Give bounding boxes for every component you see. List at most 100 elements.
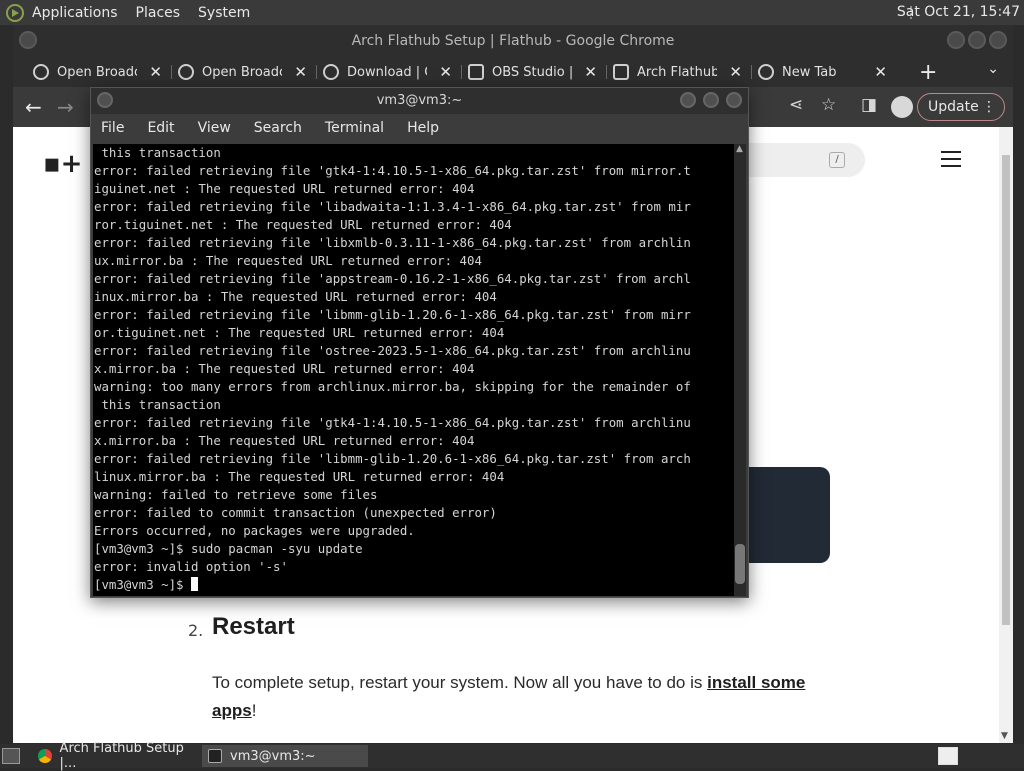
task-label: Arch Flathub Setup |... <box>59 741 184 771</box>
tab-label: OBS Studio | F <box>492 64 572 80</box>
tab-label: Download | O <box>347 64 427 80</box>
scroll-up-arrow-icon[interactable]: ▲ <box>736 144 743 154</box>
menu-file[interactable]: File <box>101 120 124 136</box>
window-menu-icon[interactable] <box>19 31 37 49</box>
top-panel: Applications Places System Sat Oct 21, 1… <box>0 0 1024 25</box>
maximize-icon[interactable] <box>703 92 719 108</box>
tab-close-icon[interactable]: ✕ <box>874 63 887 81</box>
panel-clock[interactable]: Sat Oct 21, 15:47 <box>897 4 1020 20</box>
flathub-logo-icon[interactable]: ▪+ <box>43 149 82 179</box>
step-text-end: ! <box>251 701 257 720</box>
terminal-line: error: failed to commit transaction (une… <box>94 505 497 520</box>
step-text-body: To complete setup, restart your system. … <box>212 673 708 692</box>
terminal-output[interactable]: this transaction error: failed retrieving… <box>93 144 735 596</box>
search-shortcut-key: / <box>829 152 845 168</box>
terminal-line: error: invalid option '-s' <box>94 559 288 574</box>
maximize-icon[interactable] <box>968 31 986 49</box>
terminal-line: error: failed retrieving file 'libmm-gli… <box>94 451 691 466</box>
page-scroll-thumb[interactable] <box>1002 155 1010 625</box>
obs-icon <box>323 64 339 80</box>
terminal-window: vm3@vm3:~ File Edit View Search Terminal… <box>90 87 749 598</box>
tab-open-broadcaster-1[interactable]: Open Broadca ✕ <box>27 57 172 87</box>
flathub-icon <box>613 64 629 80</box>
tab-new-tab[interactable]: New Tab ✕ <box>752 57 897 87</box>
tab-search-chevron-icon[interactable]: ⌄ <box>987 61 999 77</box>
task-terminal[interactable]: vm3@vm3:~ <box>202 745 368 767</box>
tab-close-icon[interactable]: ✕ <box>584 63 597 81</box>
distro-logo-icon[interactable] <box>6 3 24 22</box>
terminal-line: [vm3@vm3 ~]$ sudo pacman -syu update <box>94 541 363 556</box>
workspace-switcher[interactable] <box>938 747 958 765</box>
task-chrome[interactable]: Arch Flathub Setup |... <box>32 741 200 771</box>
terminal-line: x.mirror.ba : The requested URL returned… <box>94 433 475 448</box>
terminal-line: iguinet.net : The requested URL returned… <box>94 181 475 196</box>
menu-search[interactable]: Search <box>254 120 302 136</box>
tab-label: Open Broadca <box>57 64 137 80</box>
chrome-icon <box>758 64 774 80</box>
scroll-down-arrow-icon[interactable]: ▼ <box>1001 731 1008 741</box>
terminal-line: error: failed retrieving file 'gtk4-1:4.… <box>94 415 691 430</box>
show-desktop-icon[interactable] <box>2 748 20 764</box>
menu-system[interactable]: System <box>198 5 250 21</box>
terminal-line: ror.tiguinet.net : The requested URL ret… <box>94 217 512 232</box>
tab-close-icon[interactable]: ✕ <box>294 63 307 81</box>
update-button[interactable]: Update ⋮ <box>917 93 1005 121</box>
terminal-scroll-thumb[interactable] <box>735 544 745 584</box>
menu-terminal[interactable]: Terminal <box>325 120 384 136</box>
minimize-icon[interactable] <box>947 31 965 49</box>
menu-places[interactable]: Places <box>136 5 181 21</box>
minimize-icon[interactable] <box>680 92 696 108</box>
terminal-icon <box>208 749 222 763</box>
new-tab-plus-icon[interactable]: + <box>919 60 937 85</box>
terminal-line: warning: too many errors from archlinux.… <box>94 379 691 394</box>
tab-label: Open Broadca <box>202 64 282 80</box>
share-icon[interactable]: ⋖ <box>789 95 803 115</box>
chrome-titlebar[interactable]: Arch Flathub Setup | Flathub - Google Ch… <box>13 25 1013 57</box>
tab-obs-studio[interactable]: OBS Studio | F ✕ <box>462 57 607 87</box>
terminal-scrollbar[interactable]: ▲ <box>734 144 746 596</box>
hamburger-menu-icon[interactable] <box>941 151 961 167</box>
terminal-titlebar[interactable]: vm3@vm3:~ <box>91 88 748 114</box>
menu-applications[interactable]: Applications <box>32 5 118 21</box>
tab-open-broadcaster-2[interactable]: Open Broadca ✕ <box>172 57 317 87</box>
terminal-line: inux.mirror.ba : The requested URL retur… <box>94 289 497 304</box>
forward-arrow-icon[interactable]: → <box>57 95 74 119</box>
close-window-icon[interactable] <box>989 31 1007 49</box>
search-input[interactable]: / <box>733 143 865 177</box>
terminal-prompt: [vm3@vm3 ~]$ <box>94 577 191 592</box>
tab-arch-flathub[interactable]: Arch Flathub ✕ <box>607 57 752 87</box>
terminal-line: x.mirror.ba : The requested URL returned… <box>94 361 475 376</box>
terminal-line: error: failed retrieving file 'libadwait… <box>94 199 691 214</box>
terminal-line: linux.mirror.ba : The requested URL retu… <box>94 469 505 484</box>
window-menu-icon[interactable] <box>97 92 113 108</box>
terminal-menubar: File Edit View Search Terminal Help <box>91 114 748 142</box>
menu-help[interactable]: Help <box>407 120 439 136</box>
tab-label: Arch Flathub <box>637 64 717 80</box>
obs-icon <box>178 64 194 80</box>
terminal-line: error: failed retrieving file 'libmm-gli… <box>94 307 691 322</box>
page-scrollbar[interactable]: ▼ <box>999 127 1013 743</box>
tab-close-icon[interactable]: ✕ <box>439 63 452 81</box>
terminal-prompt-line[interactable]: [vm3@vm3 ~]$ <box>93 576 735 594</box>
terminal-line: error: failed retrieving file 'gtk4-1:4.… <box>94 163 691 178</box>
close-window-icon[interactable] <box>726 92 742 108</box>
menu-edit[interactable]: Edit <box>147 120 174 136</box>
more-menu-icon[interactable]: ⋮ <box>982 94 996 120</box>
profile-avatar[interactable] <box>891 96 913 118</box>
terminal-line: error: failed retrieving file 'appstream… <box>94 271 691 286</box>
bookmark-star-icon[interactable]: ☆ <box>821 95 836 115</box>
step-number: 2. <box>188 621 204 640</box>
terminal-line: warning: failed to retrieve some files <box>94 487 378 502</box>
step-title: Restart <box>212 613 295 640</box>
tab-download[interactable]: Download | O ✕ <box>317 57 462 87</box>
terminal-title: vm3@vm3:~ <box>376 93 463 108</box>
menu-view[interactable]: View <box>198 120 231 136</box>
tab-close-icon[interactable]: ✕ <box>729 63 742 81</box>
tab-label: New Tab <box>782 64 837 80</box>
flathub-icon <box>468 64 484 80</box>
terminal-line: Errors occurred, no packages were upgrad… <box>94 523 415 538</box>
tab-close-icon[interactable]: ✕ <box>149 63 162 81</box>
back-arrow-icon[interactable]: ← <box>25 95 42 119</box>
terminal-line: this transaction <box>94 397 221 412</box>
side-panel-icon[interactable]: ◨ <box>861 95 877 115</box>
